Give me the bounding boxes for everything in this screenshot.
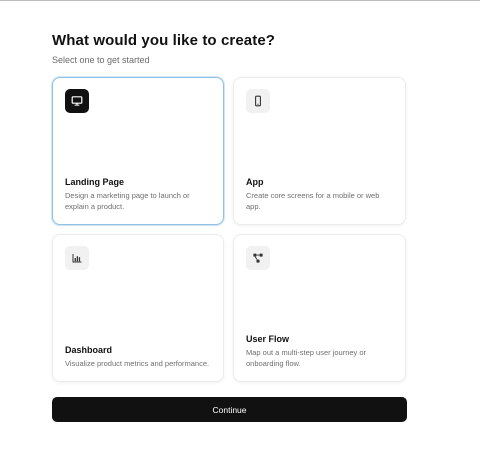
option-card-landing-page[interactable]: Landing Page Design a marketing page to … (52, 77, 224, 225)
monitor-icon (65, 89, 89, 113)
option-description: Map out a multi-step user journey or onb… (246, 348, 367, 368)
page-header: What would you like to create? Select on… (52, 32, 412, 66)
option-title: Landing Page (65, 177, 125, 187)
option-description: Create core screens for a mobile or web … (246, 191, 380, 211)
option-description: Visualize product metrics and performanc… (65, 358, 210, 368)
page-subtitle: Select one to get started (52, 55, 150, 65)
option-title: Dashboard (65, 344, 113, 355)
page-title: What would you like to create? (52, 32, 276, 49)
option-card-user-flow[interactable]: User Flow Map out a multi-step user jour… (233, 234, 406, 382)
flow-nodes-icon (246, 246, 270, 270)
continue-button[interactable]: Continue (52, 397, 407, 422)
option-title: App (246, 177, 264, 187)
option-description: Design a marketing page to launch or exp… (65, 191, 190, 211)
option-card-dashboard[interactable]: Dashboard Visualize product metrics and … (52, 234, 224, 382)
option-title: User Flow (246, 334, 290, 344)
option-grid: Landing Page Design a marketing page to … (52, 77, 407, 382)
smartphone-icon (246, 89, 270, 113)
bar-chart-icon (65, 246, 89, 270)
top-divider (0, 0, 480, 1)
option-card-app[interactable]: App Create core screens for a mobile or … (233, 77, 406, 225)
